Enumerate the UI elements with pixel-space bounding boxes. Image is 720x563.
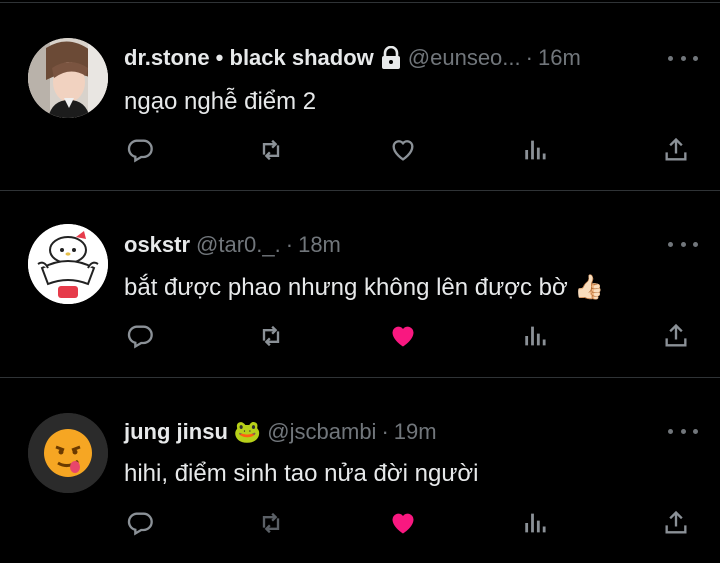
tweet-text: ngạo nghễ điểm 2 (124, 88, 317, 115)
like-icon[interactable] (387, 134, 419, 166)
frog-emoji: 🐸 (233, 419, 262, 444)
retweet-icon[interactable] (255, 507, 287, 539)
avatar[interactable] (28, 413, 108, 493)
tweet-text: hihi, điểm sinh tao nửa đời người (124, 460, 479, 487)
reply-icon[interactable] (124, 507, 156, 539)
tweet-text: bắt được phao nhưng không lên được bờ (124, 274, 568, 301)
reply-icon[interactable] (124, 320, 156, 352)
avatar[interactable] (28, 224, 108, 304)
retweet-icon[interactable] (255, 320, 287, 352)
more-icon[interactable] (668, 48, 698, 68)
views-icon[interactable] (520, 134, 552, 166)
user-handle[interactable]: @tar0._. (196, 232, 281, 258)
meta-separator: · (525, 45, 533, 70)
meta-separator: · (285, 232, 294, 257)
share-icon[interactable] (660, 507, 692, 539)
share-icon[interactable] (660, 320, 692, 352)
timestamp[interactable]: 18m (298, 232, 341, 258)
tweet-text-row: bắt được phao nhưng không lên được bờ 👍🏻 (124, 273, 604, 302)
timestamp[interactable]: 19m (394, 419, 437, 445)
avatar[interactable] (28, 38, 108, 118)
user-handle[interactable]: @jscbambi (267, 419, 376, 445)
views-icon[interactable] (520, 507, 552, 539)
display-name[interactable]: oskstr (124, 232, 190, 258)
tweet[interactable]: oskstr @tar0._. · 18m bắt được phao nhưn… (0, 191, 720, 377)
like-icon[interactable] (387, 507, 419, 539)
display-name[interactable]: jung jinsu (124, 419, 228, 445)
more-icon[interactable] (668, 421, 698, 441)
lock-icon (380, 46, 402, 70)
views-icon[interactable] (520, 320, 552, 352)
timestamp[interactable]: 16m (538, 45, 581, 71)
thumbs-up-emoji: 👍🏻 (574, 274, 605, 301)
like-icon[interactable] (387, 320, 419, 352)
more-icon[interactable] (668, 234, 698, 254)
meta-separator: · (381, 419, 389, 444)
display-name[interactable]: dr.stone • black shadow (124, 45, 374, 71)
retweet-icon[interactable] (255, 134, 287, 166)
reply-icon[interactable] (124, 134, 156, 166)
share-icon[interactable] (660, 134, 692, 166)
user-handle[interactable]: @eunseo... (408, 45, 521, 71)
tweet[interactable]: jung jinsu 🐸 @jscbambi · 19m hihi, điểm … (0, 378, 720, 563)
tweet[interactable]: dr.stone • black shadow @eunseo... · 16m… (0, 0, 720, 190)
